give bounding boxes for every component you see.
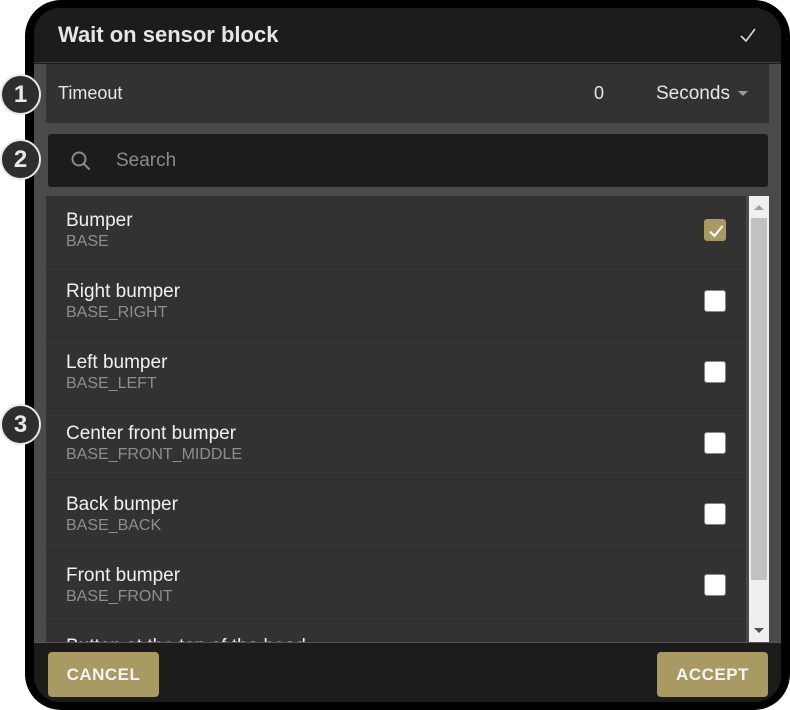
sensor-list-item[interactable]: Front bumper BASE_FRONT	[46, 551, 746, 622]
sensor-id: BASE_BACK	[66, 517, 162, 534]
timeout-unit-label: Seconds	[656, 82, 730, 104]
scroll-down-arrow-icon[interactable]	[754, 628, 764, 633]
chevron-down-icon	[737, 91, 748, 96]
search-icon	[71, 151, 91, 171]
sensor-name: Center front bumper	[66, 423, 237, 444]
annotation-badge-1: 1	[0, 74, 41, 115]
sensor-id: BASE_LEFT	[66, 375, 157, 392]
search-input[interactable]	[116, 134, 736, 187]
dialog-footer: CANCEL ACCEPT	[34, 642, 781, 702]
scroll-thumb[interactable]	[751, 218, 767, 580]
check-icon	[709, 225, 724, 238]
accept-button[interactable]: ACCEPT	[657, 652, 768, 697]
sensor-list-item[interactable]: Bumper BASE	[46, 196, 746, 267]
sensor-name: Front bumper	[66, 565, 181, 586]
sensor-list-item[interactable]: Center front bumper BASE_FRONT_MIDDLE	[46, 409, 746, 480]
list-scrollbar[interactable]	[749, 196, 769, 642]
sensor-list-item[interactable]: Right bumper BASE_RIGHT	[46, 267, 746, 338]
sensor-list-item[interactable]: Left bumper BASE_LEFT	[46, 338, 746, 409]
sensor-id: BASE_FRONT_MIDDLE	[66, 446, 243, 463]
dialog-header: Wait on sensor block	[34, 8, 781, 63]
timeout-label: Timeout	[58, 83, 123, 103]
sensor-checkbox[interactable]	[704, 219, 726, 241]
sensor-list-item[interactable]: Back bumper BASE_BACK	[46, 480, 746, 551]
timeout-unit-dropdown[interactable]: Seconds	[656, 83, 748, 105]
sensor-name: Back bumper	[66, 494, 178, 515]
annotation-badge-2: 2	[0, 139, 41, 180]
sensor-list: Bumper BASE Right bumper BASE_RIGHT Left bum…	[46, 196, 746, 642]
sensor-list-item[interactable]: Button at the top of the head	[46, 622, 746, 642]
sensor-id: BASE	[66, 233, 109, 250]
sensor-name: Left bumper	[66, 352, 168, 373]
dialog-title: Wait on sensor block	[58, 22, 279, 47]
annotation-badge-3: 3	[0, 404, 41, 445]
sensor-name: Right bumper	[66, 281, 181, 302]
cancel-button[interactable]: CANCEL	[48, 652, 159, 697]
sensor-name: Bumper	[66, 210, 133, 231]
sensor-checkbox[interactable]	[704, 290, 726, 312]
check-icon[interactable]	[739, 26, 757, 44]
sensor-checkbox[interactable]	[704, 503, 726, 525]
sensor-checkbox[interactable]	[704, 361, 726, 383]
search-box	[48, 134, 768, 187]
sensor-id: BASE_FRONT	[66, 588, 173, 605]
sensor-checkbox[interactable]	[704, 432, 726, 454]
timeout-row: Timeout 0 Seconds	[46, 64, 769, 123]
sensor-checkbox[interactable]	[704, 574, 726, 596]
wait-on-sensor-dialog: Wait on sensor block Timeout 0 Seconds B…	[34, 8, 781, 702]
timeout-value-input[interactable]: 0	[594, 83, 604, 104]
sensor-id: BASE_RIGHT	[66, 304, 168, 321]
scroll-up-arrow-icon[interactable]	[754, 205, 764, 210]
dialog-body: Timeout 0 Seconds Bumper BASE Right bumper…	[34, 64, 781, 642]
